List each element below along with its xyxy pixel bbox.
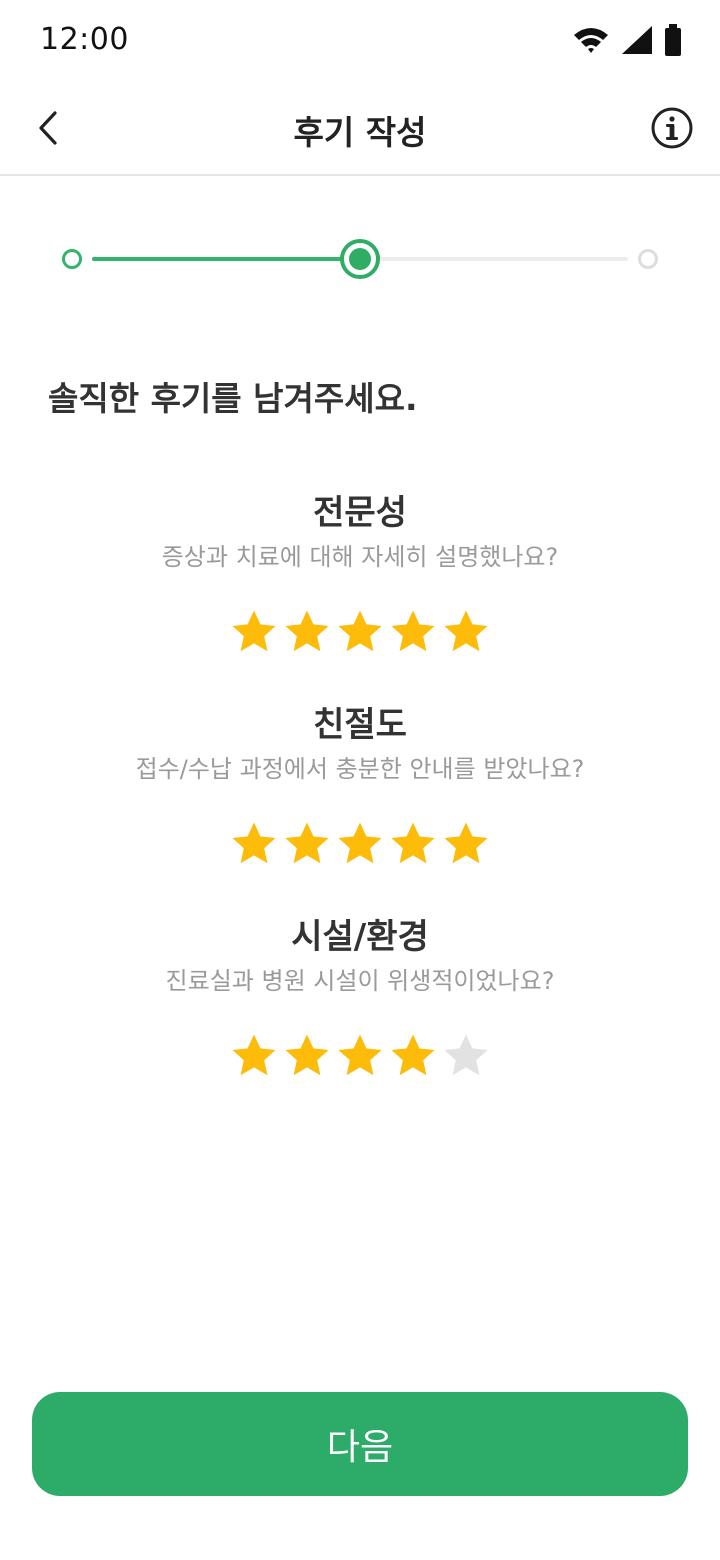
stepper-line-completed	[92, 257, 346, 261]
star-icon-1-filled[interactable]	[230, 820, 278, 868]
star-icon-4-filled[interactable]	[389, 820, 437, 868]
star-icon-3-filled[interactable]	[336, 1032, 384, 1080]
star-icon-3-filled[interactable]	[336, 820, 384, 868]
rating-title: 친절도	[313, 705, 407, 745]
next-button[interactable]: 다음	[32, 1392, 688, 1496]
rating-subtitle: 접수/수납 과정에서 충분한 안내를 받았나요?	[135, 755, 585, 783]
stepper-line-pending	[374, 257, 628, 261]
page-title: 후기 작성	[293, 113, 427, 152]
info-icon	[651, 107, 693, 149]
star-icon-2-filled[interactable]	[283, 608, 331, 656]
star-icon-5-empty[interactable]	[442, 1032, 490, 1080]
rating-subtitle: 진료실과 병원 시설이 위생적이었나요?	[165, 967, 555, 995]
star-rating	[0, 608, 720, 656]
star-icon-5-filled[interactable]	[442, 820, 490, 868]
star-icon-1-filled[interactable]	[230, 608, 278, 656]
star-icon-1-filled[interactable]	[230, 1032, 278, 1080]
review-screen: 12:00 후기 작성 솔직한 후기를 남겨주세요. 전문성 증상과 치료에 대…	[0, 0, 720, 1560]
review-prompt: 솔직한 후기를 남겨주세요.	[48, 379, 418, 418]
star-icon-4-filled[interactable]	[389, 608, 437, 656]
status-time: 12:00	[40, 22, 129, 57]
step-2-indicator-current	[340, 239, 380, 279]
star-icon-2-filled[interactable]	[283, 820, 331, 868]
star-icon-5-filled[interactable]	[442, 608, 490, 656]
wifi-icon	[574, 28, 608, 53]
star-rating	[0, 820, 720, 868]
rating-title: 시설/환경	[291, 917, 429, 957]
step-1-indicator	[62, 249, 82, 269]
star-icon-4-filled[interactable]	[389, 1032, 437, 1080]
rating-section-expertise: 전문성 증상과 치료에 대해 자세히 설명했나요?	[0, 490, 720, 656]
battery-icon	[665, 24, 681, 56]
status-bar: 12:00	[0, 0, 720, 80]
rating-section-kindness: 친절도 접수/수납 과정에서 충분한 안내를 받았나요?	[0, 702, 720, 868]
status-icons	[572, 22, 682, 58]
progress-stepper	[60, 234, 660, 284]
signal-icon	[622, 26, 652, 54]
app-header: 후기 작성	[0, 80, 720, 176]
info-button[interactable]	[650, 106, 694, 150]
rating-section-facility: 시설/환경 진료실과 병원 시설이 위생적이었나요?	[0, 914, 720, 1080]
rating-subtitle: 증상과 치료에 대해 자세히 설명했나요?	[161, 543, 559, 571]
rating-title: 전문성	[313, 493, 407, 533]
step-3-indicator	[638, 249, 658, 269]
star-icon-3-filled[interactable]	[336, 608, 384, 656]
star-rating	[0, 1032, 720, 1080]
star-icon-2-filled[interactable]	[283, 1032, 331, 1080]
